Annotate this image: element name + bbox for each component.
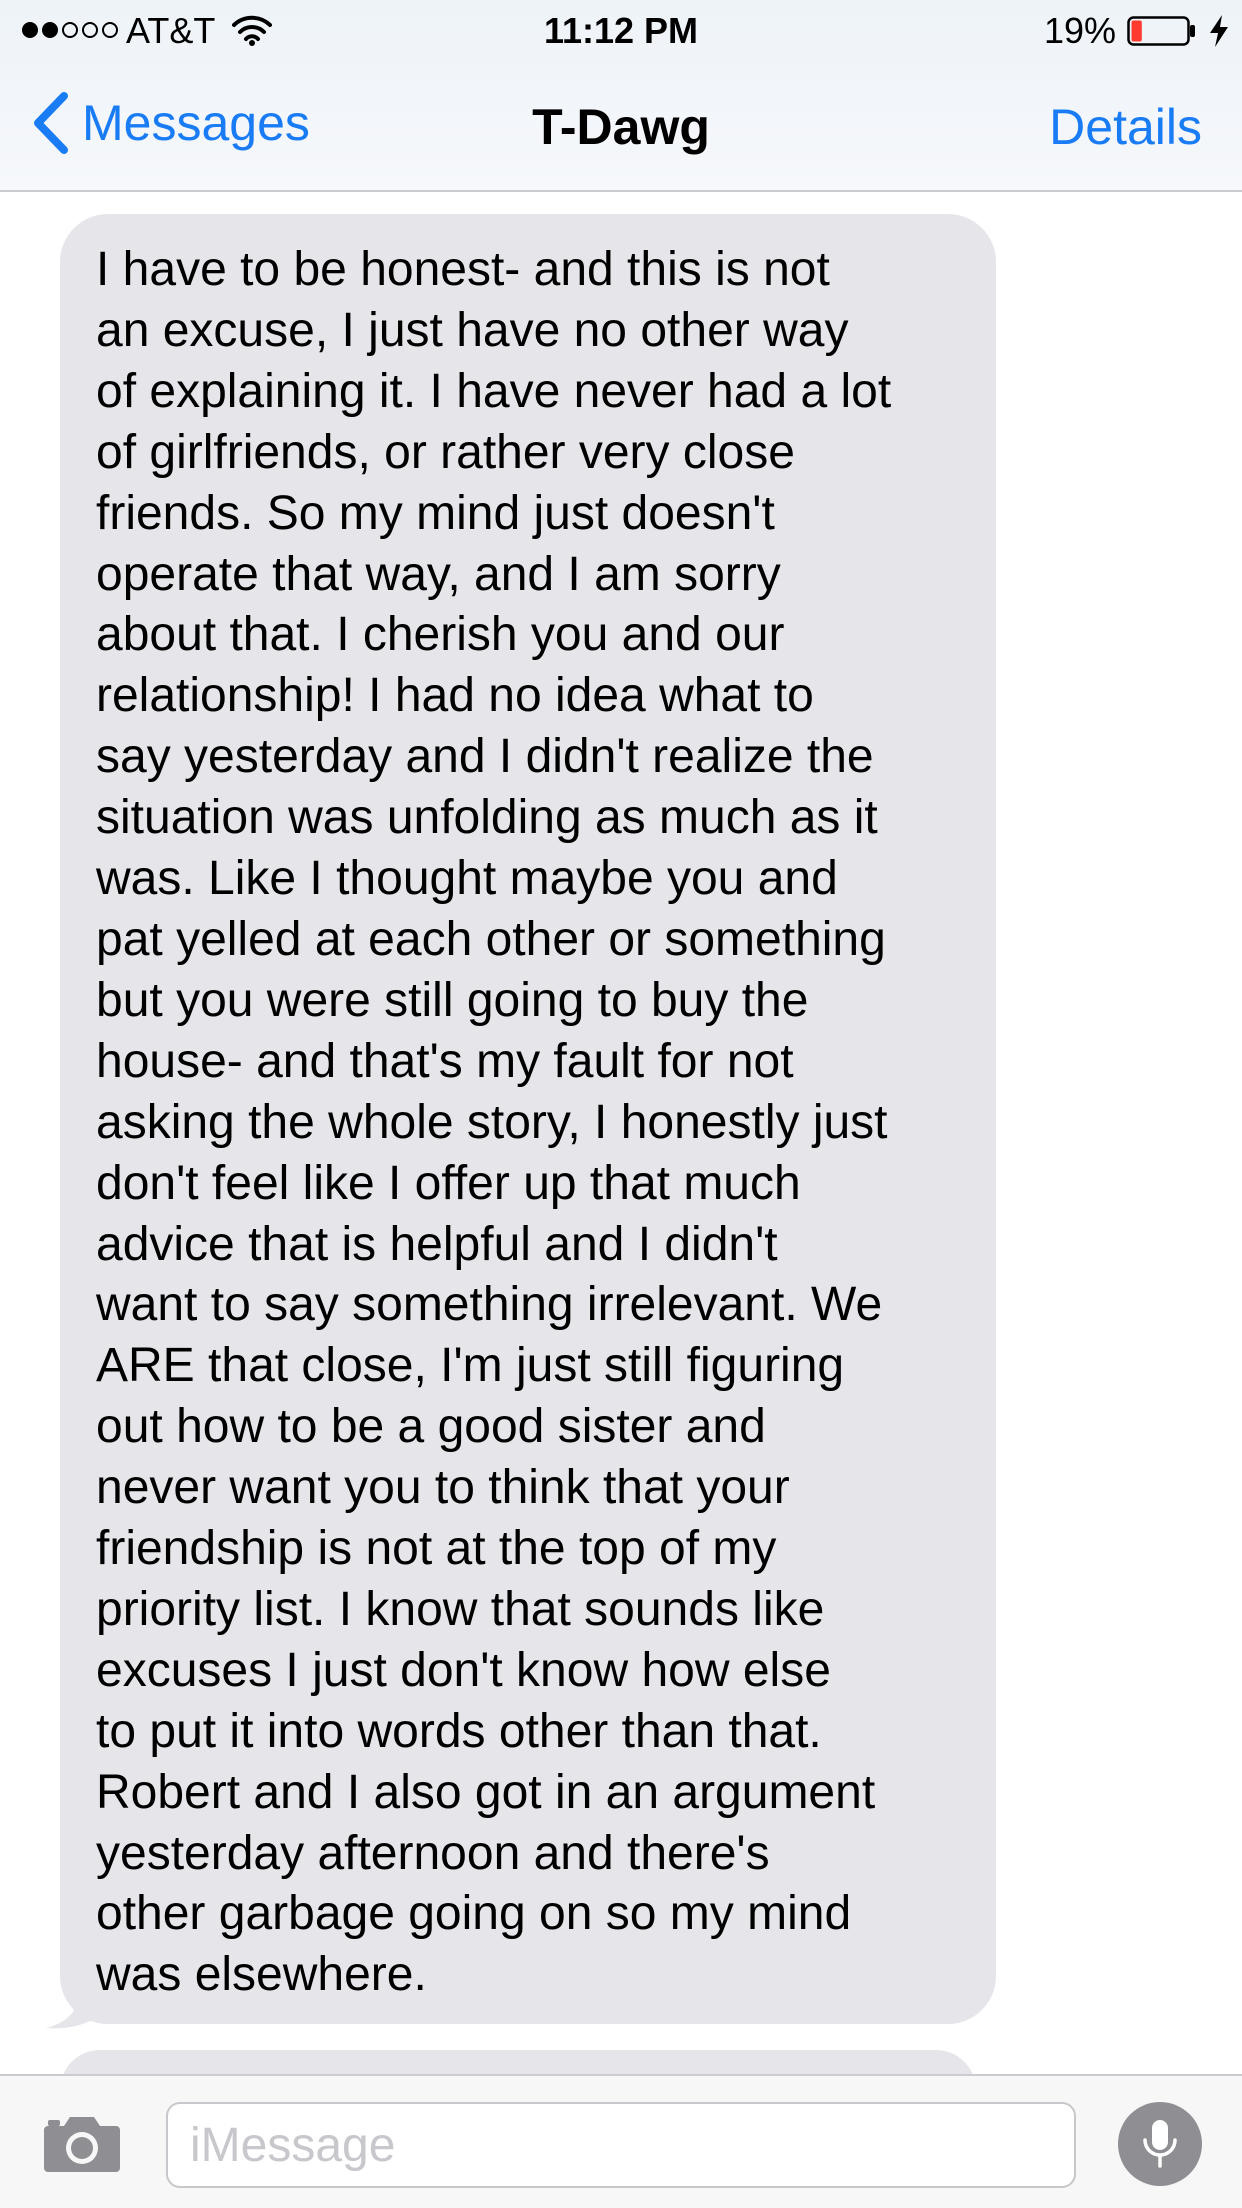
message-line: but you were still going to buy the [96, 973, 809, 1027]
message-line: out how to be a good sister and [96, 1400, 766, 1454]
message-line: yesterday afternoon and there's [96, 1826, 770, 1880]
message-input-bar [0, 2074, 1242, 2208]
charging-bolt-icon [1210, 15, 1228, 47]
message-line: advice that is helpful and I didn't [96, 1217, 778, 1271]
message-line: friendship is not at the top of my [96, 1522, 777, 1576]
message-line: an excuse, I just have no other way [96, 303, 849, 357]
message-line: ARE that close, I'm just still figuring [96, 1339, 845, 1393]
message-line: of explaining it. I have never had a lot [96, 364, 892, 418]
message-text: I have to be honest- and this is not an e… [96, 240, 976, 2006]
message-line: Robert and I also got in an argument [96, 1765, 876, 1819]
navigation-bar: Messages T-Dawg Details [0, 62, 1242, 192]
battery-icon [1127, 16, 1195, 46]
message-line: operate that way, and I am sorry [96, 547, 781, 601]
camera-icon[interactable] [42, 2112, 122, 2174]
message-line: never want you to think that your [96, 1461, 790, 1515]
chevron-left-icon [34, 92, 68, 154]
message-line: relationship! I had no idea what to [96, 669, 814, 723]
back-button[interactable]: Messages [30, 92, 310, 154]
message-line: about that. I cherish you and our [96, 608, 785, 662]
message-line: friends. So my mind just doesn't [96, 486, 775, 540]
message-line: excuses I just don't know how else [96, 1643, 831, 1697]
message-line: house- and that's my fault for not [96, 1034, 794, 1088]
incoming-message-bubble-partial[interactable] [60, 2050, 976, 2074]
message-line: situation was unfolding as much as it [96, 791, 878, 845]
message-line: pat yelled at each other or something [96, 912, 886, 966]
details-button[interactable]: Details [1049, 98, 1202, 156]
microphone-icon [1143, 2120, 1177, 2168]
conversation-view[interactable]: I have to be honest- and this is not an e… [0, 194, 1242, 2074]
message-line: asking the whole story, I honestly just [96, 1095, 888, 1149]
back-button-label: Messages [82, 95, 310, 151]
imessage-input[interactable] [166, 2102, 1076, 2188]
message-line: want to say something irrelevant. We [96, 1278, 883, 1332]
message-line: don't feel like I offer up that much [96, 1156, 801, 1210]
message-line: I have to be honest- and this is not [96, 243, 830, 296]
message-line: was elsewhere. [96, 1948, 427, 2002]
battery-percent: 19% [1044, 10, 1117, 51]
message-line: priority list. I know that sounds like [96, 1582, 825, 1636]
status-bar: AT&T 11:12 PM 19% [0, 0, 1242, 62]
microphone-button[interactable] [1118, 2102, 1202, 2186]
message-line: to put it into words other than that. [96, 1704, 822, 1758]
message-line: was. Like I thought maybe you and [96, 852, 838, 906]
message-line: of girlfriends, or rather very close [96, 425, 795, 479]
message-line: other garbage going on so my mind [96, 1887, 852, 1941]
message-line: say yesterday and I didn't realize the [96, 730, 874, 784]
top-bar: AT&T 11:12 PM 19% Messages T-Dawg Detail… [0, 0, 1242, 192]
incoming-message-bubble[interactable]: I have to be honest- and this is not an e… [60, 214, 996, 2024]
